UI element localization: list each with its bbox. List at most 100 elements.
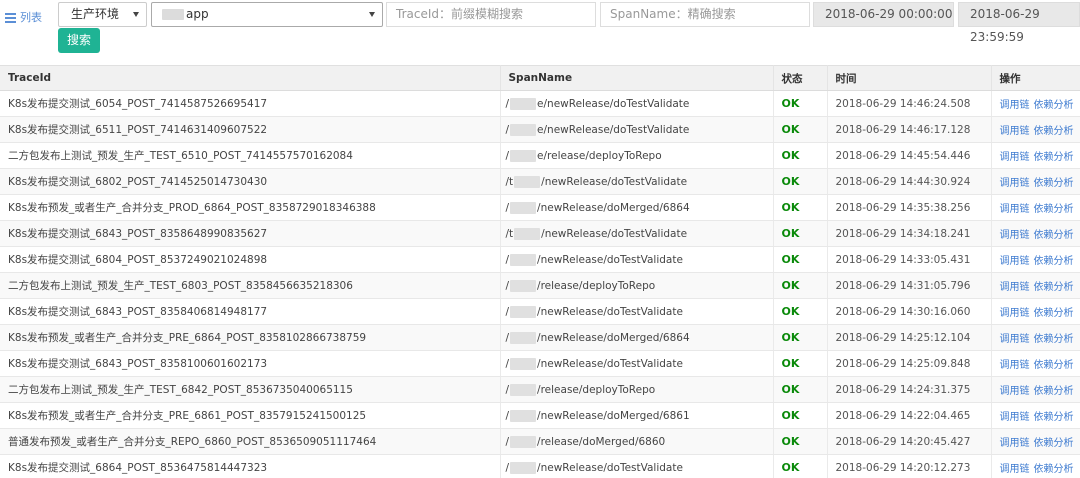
traceid-input[interactable]: TraceId：前缀模糊搜索 (386, 2, 596, 27)
spanname-cell: / /release/deployToRepo (500, 272, 774, 299)
table-row[interactable]: 二方包发布上测试_预发_生产_TEST_6842_POST_8536735040… (0, 376, 1080, 403)
status-cell: OK (773, 428, 828, 455)
dependency-analysis-link[interactable]: 依赖分析 (1034, 360, 1074, 371)
trace-link[interactable]: 调用链 (1000, 334, 1030, 345)
time-cell: 2018-06-29 14:46:24.508 (827, 90, 992, 117)
spanname-cell: / /newRelease/doTestValidate (500, 454, 774, 478)
traceid-cell: K8s发布预发_或者生产_合并分支_PRE_6861_POST_83579152… (0, 402, 501, 429)
time-cell: 2018-06-29 14:30:16.060 (827, 298, 992, 325)
traceid-cell: K8s发布预发_或者生产_合并分支_PRE_6864_POST_83581028… (0, 324, 501, 351)
table-row[interactable]: K8s发布预发_或者生产_合并分支_PRE_6864_POST_83581028… (0, 324, 1080, 351)
trace-link[interactable]: 调用链 (1000, 256, 1030, 267)
spanname-input[interactable]: SpanName：精确搜索 (600, 2, 810, 27)
table-row[interactable]: K8s发布提交测试_6054_POST_7414587526695417 / e/n… (0, 90, 1080, 117)
table-header-row: TraceId SpanName 状态 时间 操作 (0, 65, 1080, 91)
trace-link[interactable]: 调用链 (1000, 126, 1030, 137)
end-time-input[interactable]: 2018-06-29 23:59:59 (958, 2, 1080, 44)
table-row[interactable]: 二方包发布上测试_预发_生产_TEST_6510_POST_7414557570… (0, 142, 1080, 169)
time-cell: 2018-06-29 14:22:04.465 (827, 402, 992, 429)
status-cell: OK (773, 272, 828, 299)
actions-cell: 调用链 依赖分析 (991, 220, 1080, 247)
time-cell: 2018-06-29 14:46:17.128 (827, 116, 992, 143)
span-suffix: e/release/deployToRepo (537, 149, 662, 162)
span-prefix: / (505, 435, 510, 448)
app-select[interactable]: app (151, 2, 383, 27)
trace-link[interactable]: 调用链 (1000, 178, 1030, 189)
actions-cell: 调用链 依赖分析 (991, 454, 1080, 478)
traceid-cell: K8s发布提交测试_6843_POST_8358648990835627 (0, 220, 501, 247)
trace-link[interactable]: 调用链 (1000, 360, 1030, 371)
dependency-analysis-link[interactable]: 依赖分析 (1034, 126, 1074, 137)
redacted-block (510, 435, 537, 448)
trace-link[interactable]: 调用链 (1000, 308, 1030, 319)
dependency-analysis-link[interactable]: 依赖分析 (1034, 100, 1074, 111)
column-header-time[interactable]: 时间 (827, 65, 992, 91)
span-prefix: / (505, 97, 510, 110)
trace-link[interactable]: 调用链 (1000, 230, 1030, 241)
redacted-block (510, 461, 537, 474)
span-suffix: /newRelease/doTestValidate (537, 461, 683, 474)
spanname-cell: / /newRelease/doTestValidate (500, 298, 774, 325)
redacted-block (510, 279, 537, 292)
table-row[interactable]: K8s发布提交测试_6864_POST_8536475814447323 / /ne… (0, 454, 1080, 478)
env-select[interactable]: 生产环境 (58, 2, 147, 27)
dependency-analysis-link[interactable]: 依赖分析 (1034, 438, 1074, 449)
dependency-analysis-link[interactable]: 依赖分析 (1034, 308, 1074, 319)
dependency-analysis-link[interactable]: 依赖分析 (1034, 256, 1074, 267)
dependency-analysis-link[interactable]: 依赖分析 (1034, 334, 1074, 345)
dependency-analysis-link[interactable]: 依赖分析 (1034, 412, 1074, 423)
status-cell: OK (773, 350, 828, 377)
actions-cell: 调用链 依赖分析 (991, 272, 1080, 299)
column-header-status[interactable]: 状态 (773, 65, 828, 91)
spanname-cell: / /newRelease/doTestValidate (500, 350, 774, 377)
trace-link[interactable]: 调用链 (1000, 282, 1030, 293)
table-row[interactable]: K8s发布提交测试_6511_POST_7414631409607522 / e/n… (0, 116, 1080, 143)
trace-link[interactable]: 调用链 (1000, 412, 1030, 423)
list-icon (5, 12, 16, 23)
dependency-analysis-link[interactable]: 依赖分析 (1034, 386, 1074, 397)
redacted-block (510, 149, 537, 162)
list-link[interactable]: 列表 (5, 9, 42, 25)
span-prefix: / (505, 409, 510, 422)
table-row[interactable]: K8s发布提交测试_6843_POST_8358406814948177 / /ne… (0, 298, 1080, 325)
status-cell: OK (773, 376, 828, 403)
dependency-analysis-link[interactable]: 依赖分析 (1034, 282, 1074, 293)
span-prefix: /t (505, 175, 514, 188)
dependency-analysis-link[interactable]: 依赖分析 (1034, 178, 1074, 189)
search-button[interactable]: 搜索 (58, 28, 100, 53)
trace-link[interactable]: 调用链 (1000, 152, 1030, 163)
trace-link[interactable]: 调用链 (1000, 464, 1030, 475)
dependency-analysis-link[interactable]: 依赖分析 (1034, 464, 1074, 475)
span-suffix: /newRelease/doMerged/6864 (537, 331, 690, 344)
actions-cell: 调用链 依赖分析 (991, 376, 1080, 403)
actions-cell: 调用链 依赖分析 (991, 350, 1080, 377)
start-time-input[interactable]: 2018-06-29 00:00:00 (813, 2, 954, 27)
trace-link[interactable]: 调用链 (1000, 386, 1030, 397)
dependency-analysis-link[interactable]: 依赖分析 (1034, 152, 1074, 163)
table-row[interactable]: K8s发布提交测试_6804_POST_8537249021024898 / /ne… (0, 246, 1080, 273)
table-row[interactable]: K8s发布提交测试_6843_POST_8358648990835627/t/n… (0, 220, 1080, 247)
span-prefix: / (505, 357, 510, 370)
table-row[interactable]: K8s发布提交测试_6843_POST_8358100601602173 / /ne… (0, 350, 1080, 377)
redacted-block (510, 305, 537, 318)
env-select-value: 生产环境 (71, 7, 120, 21)
trace-link[interactable]: 调用链 (1000, 438, 1030, 449)
dependency-analysis-link[interactable]: 依赖分析 (1034, 230, 1074, 241)
table-row[interactable]: 二方包发布上测试_预发_生产_TEST_6803_POST_8358456635… (0, 272, 1080, 299)
column-header-traceid[interactable]: TraceId (0, 65, 501, 91)
table-row[interactable]: K8s发布提交测试_6802_POST_7414525014730430/t/n… (0, 168, 1080, 195)
traceid-cell: K8s发布提交测试_6804_POST_8537249021024898 (0, 246, 501, 273)
trace-link[interactable]: 调用链 (1000, 100, 1030, 111)
table-row[interactable]: K8s发布预发_或者生产_合并分支_PRE_6861_POST_83579152… (0, 402, 1080, 429)
span-prefix: / (505, 279, 510, 292)
column-header-spanname[interactable]: SpanName (500, 65, 774, 91)
trace-link[interactable]: 调用链 (1000, 204, 1030, 215)
redacted-block (162, 9, 184, 20)
spanname-cell: / e/release/deployToRepo (500, 142, 774, 169)
dependency-analysis-link[interactable]: 依赖分析 (1034, 204, 1074, 215)
table-row[interactable]: 普通发布预发_或者生产_合并分支_REPO_6860_POST_85365090… (0, 428, 1080, 455)
table-row[interactable]: K8s发布预发_或者生产_合并分支_PROD_6864_POST_8358729… (0, 194, 1080, 221)
span-suffix: e/newRelease/doTestValidate (537, 97, 690, 110)
redacted-block (514, 175, 541, 188)
time-cell: 2018-06-29 14:35:38.256 (827, 194, 992, 221)
